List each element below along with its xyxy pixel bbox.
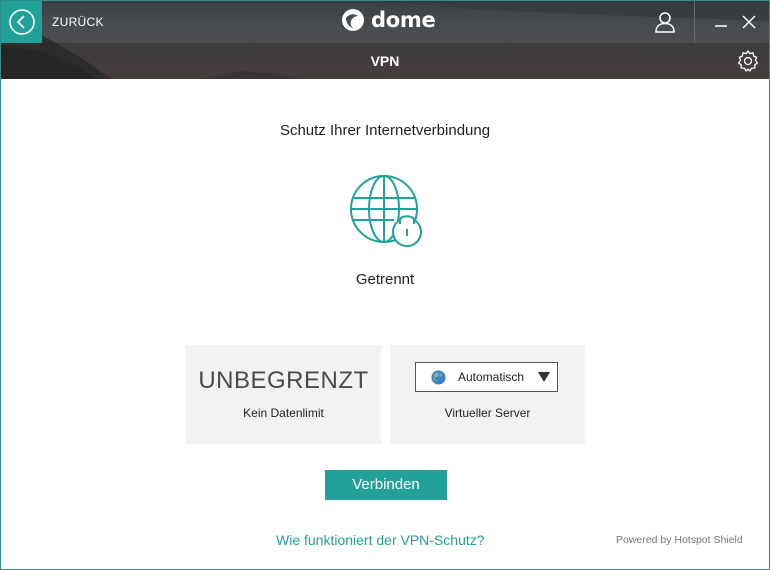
close-icon[interactable]: [740, 13, 758, 31]
server-caption: Virtueller Server: [444, 406, 531, 420]
dome-logo-icon: [342, 9, 364, 31]
data-limit-value: UNBEGRENZT: [198, 367, 369, 394]
app-window: ZURÜCK dome VPN Schutz Ihrer Internetver: [0, 0, 770, 570]
logo: dome: [341, 8, 436, 32]
user-icon[interactable]: [653, 10, 677, 34]
globe-lock-icon: [350, 175, 422, 247]
data-limit-card: UNBEGRENZT Kein Datenlimit: [186, 345, 381, 444]
back-label[interactable]: ZURÜCK: [52, 15, 104, 29]
data-limit-caption: Kein Datenlimit: [243, 406, 324, 420]
server-select[interactable]: Automatisch: [415, 362, 558, 392]
logo-text: dome: [371, 8, 436, 32]
minimize-icon[interactable]: [713, 13, 729, 31]
section-heading: Schutz Ihrer Internetverbindung: [279, 122, 491, 139]
help-link[interactable]: Wie funktioniert der VPN-Schutz?: [276, 532, 485, 548]
connect-button[interactable]: Verbinden: [325, 470, 447, 500]
page-title: VPN: [370, 53, 400, 69]
server-select-value: Automatisch: [458, 370, 525, 384]
gear-icon[interactable]: [736, 49, 760, 73]
back-arrow-icon: [8, 9, 35, 35]
back-button[interactable]: [1, 1, 42, 43]
header-separator: [694, 1, 695, 43]
connection-status: Getrennt: [355, 271, 415, 288]
powered-by-text: Powered by Hotspot Shield: [616, 534, 743, 546]
caret-down-icon: [538, 372, 550, 382]
header: ZURÜCK dome VPN: [1, 1, 769, 79]
server-card: Automatisch Virtueller Server: [390, 345, 585, 444]
earth-icon: [431, 370, 446, 385]
